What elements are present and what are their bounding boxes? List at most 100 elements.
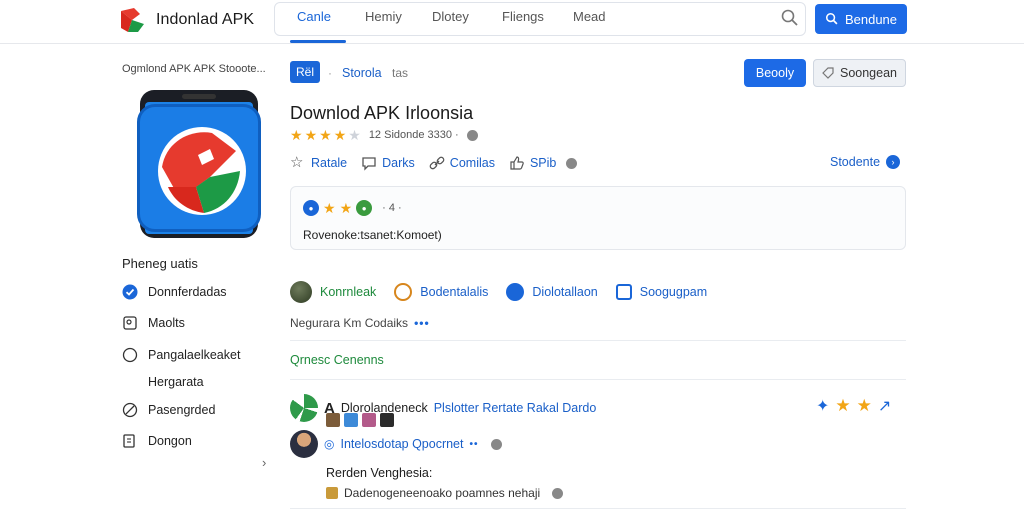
share-icon[interactable]: ↗ xyxy=(878,396,891,416)
list-item[interactable]: Dadenogeneenoako poamnes nehaji xyxy=(326,486,564,500)
badge-icon: ● xyxy=(303,200,319,216)
tab-mead[interactable]: Mead xyxy=(573,9,606,24)
header-action-button[interactable]: Bendune xyxy=(815,4,907,34)
section-heading: Qrnesc Cenenns xyxy=(290,353,384,367)
badge-icon: ● xyxy=(356,200,373,216)
tab-dlotey[interactable]: Dlotey xyxy=(432,9,469,24)
sidebar-section-label: Pheneg uatis xyxy=(122,256,198,271)
list-item[interactable]: ◎ Intelosdotap Qpocrnet •• xyxy=(290,430,502,458)
feature-label: Soogugpam xyxy=(639,285,708,299)
sidebar-sub-item[interactable]: Hergarata xyxy=(148,375,204,389)
secondary-button[interactable]: Soongean xyxy=(813,59,906,87)
rating: ★ ★ ★ ★ ★ 12 Sidonde 3330 · xyxy=(290,128,478,142)
review-card: ● ★ ★ ● · 4 · Rovenoke:tsanet:Komoet) xyxy=(290,186,906,250)
star-icon: ★ xyxy=(856,396,872,415)
category-tag[interactable]: Rël xyxy=(290,61,320,83)
divider xyxy=(290,508,906,509)
see-more-link[interactable]: Stodente › xyxy=(830,155,901,169)
avatar xyxy=(290,430,318,458)
app-emblem-icon xyxy=(158,127,246,215)
active-tab-indicator xyxy=(290,40,346,43)
star-outline-icon: ☆ xyxy=(290,154,304,171)
breadcrumb-current: tas xyxy=(392,66,409,80)
edit-icon xyxy=(326,487,338,499)
subsection-heading: Rerden Venghesia: xyxy=(326,466,433,480)
sidebar-title: Ogmlond APK APK Stooote... xyxy=(122,63,266,75)
thumbnail xyxy=(326,413,340,427)
chat-icon xyxy=(362,157,376,171)
feature-list: Konrnleak Bodentalalis Diolotallaon Soog… xyxy=(290,281,707,303)
breadcrumb-link[interactable]: Storola xyxy=(342,66,382,80)
feature-konrnleak[interactable]: Konrnleak xyxy=(290,281,376,303)
more-icon[interactable]: ••• xyxy=(414,316,430,330)
avatar xyxy=(290,394,318,422)
search-icon[interactable] xyxy=(780,8,800,28)
action-ratale[interactable]: ☆ Ratale xyxy=(290,155,347,171)
tag-icon xyxy=(822,67,834,79)
sidebar-item-pasengrded[interactable]: Pasengrded xyxy=(122,402,215,418)
star-icon: ★ xyxy=(319,127,332,143)
info-icon[interactable] xyxy=(552,487,564,499)
avatar xyxy=(290,281,312,303)
tab-fliengs[interactable]: Fliengs xyxy=(502,9,544,24)
list-item-name: Intelosdotap Qpocrnet xyxy=(340,437,464,451)
link-icon xyxy=(429,156,445,170)
feature-label: Bodentalalis xyxy=(420,285,489,299)
book-icon xyxy=(123,434,135,448)
review-badge-count: · 4 · xyxy=(382,202,402,214)
arrow-right-icon: › xyxy=(886,155,901,169)
app-logo-icon xyxy=(121,8,144,32)
tab-canle[interactable]: Canle xyxy=(297,9,331,24)
more-icon[interactable]: •• xyxy=(469,439,478,450)
thumbnail xyxy=(344,413,358,427)
star-icon: ★ xyxy=(323,200,336,216)
review-text: Rovenoke:tsanet:Komoet) xyxy=(303,228,442,242)
top-header: Indonlad APK Canle Hemiy Dlotey Fliengs … xyxy=(0,0,1024,44)
info-icon[interactable] xyxy=(490,438,502,450)
action-label: SPib xyxy=(529,156,557,170)
sidebar-item-label: Pasengrded xyxy=(148,403,216,417)
action-label: Ratale xyxy=(311,156,348,170)
feature-diolotallaon[interactable]: Diolotallaon xyxy=(506,283,598,301)
brand-logo[interactable]: Indonlad APK xyxy=(118,6,254,34)
phone-notch xyxy=(182,94,216,99)
secondary-button-label: Soongean xyxy=(839,66,897,80)
list-item-text: Dadenogeneenoako poamnes nehaji xyxy=(344,486,541,500)
thumbnail xyxy=(362,413,376,427)
puzzle-icon: ✦ xyxy=(816,398,830,415)
info-icon[interactable] xyxy=(566,157,578,169)
primary-button[interactable]: Beooly xyxy=(744,59,806,87)
page-title: Downlod APK Irloonsia xyxy=(290,103,474,123)
star-icon: ★ xyxy=(304,127,318,143)
badge-icon xyxy=(394,283,413,301)
action-label: Darks xyxy=(382,156,415,170)
location-icon: ◎ xyxy=(324,437,335,451)
feature-subline: Negurara Km Codaiks ••• xyxy=(290,316,430,330)
sidebar-item-donnferdadas[interactable]: Donnferdadas xyxy=(122,284,227,300)
divider xyxy=(290,379,906,380)
sidebar-item-pangalaelkeaket[interactable]: Pangalaelkeaket xyxy=(122,347,240,363)
action-label: Comilas xyxy=(449,156,495,170)
sidebar-item-dongon[interactable]: Dongon xyxy=(122,433,192,449)
subline-text: Negurara Km Codaiks xyxy=(290,316,409,330)
feature-bodentalalis[interactable]: Bodentalalis xyxy=(394,283,488,301)
thumbnail xyxy=(380,413,394,427)
divider xyxy=(290,340,906,341)
sidebar-item-label: Dongon xyxy=(148,434,192,448)
brand-name: Indonlad APK xyxy=(156,11,255,28)
action-spib[interactable]: SPib xyxy=(509,155,556,171)
sidebar-item-label: Maolts xyxy=(148,316,185,330)
feature-soogugpam[interactable]: Soogugpam xyxy=(615,284,708,300)
feature-label: Diolotallaon xyxy=(532,285,598,299)
feature-label: Konrnleak xyxy=(320,285,377,299)
chevron-right-icon[interactable]: › xyxy=(262,455,266,470)
action-darks[interactable]: Darks xyxy=(361,155,415,171)
action-comilas[interactable]: Comilas xyxy=(429,155,495,171)
image-icon xyxy=(123,316,137,330)
tab-hemiy[interactable]: Hemiy xyxy=(365,9,402,24)
info-icon[interactable] xyxy=(466,129,478,141)
sidebar-item-maolts[interactable]: Maolts xyxy=(122,315,185,331)
search-icon xyxy=(825,12,838,25)
list-item-link[interactable]: Plslotter Rertate Rakal Dardo xyxy=(434,401,597,415)
rating-meta: 12 Sidonde 3330 · xyxy=(368,129,459,141)
